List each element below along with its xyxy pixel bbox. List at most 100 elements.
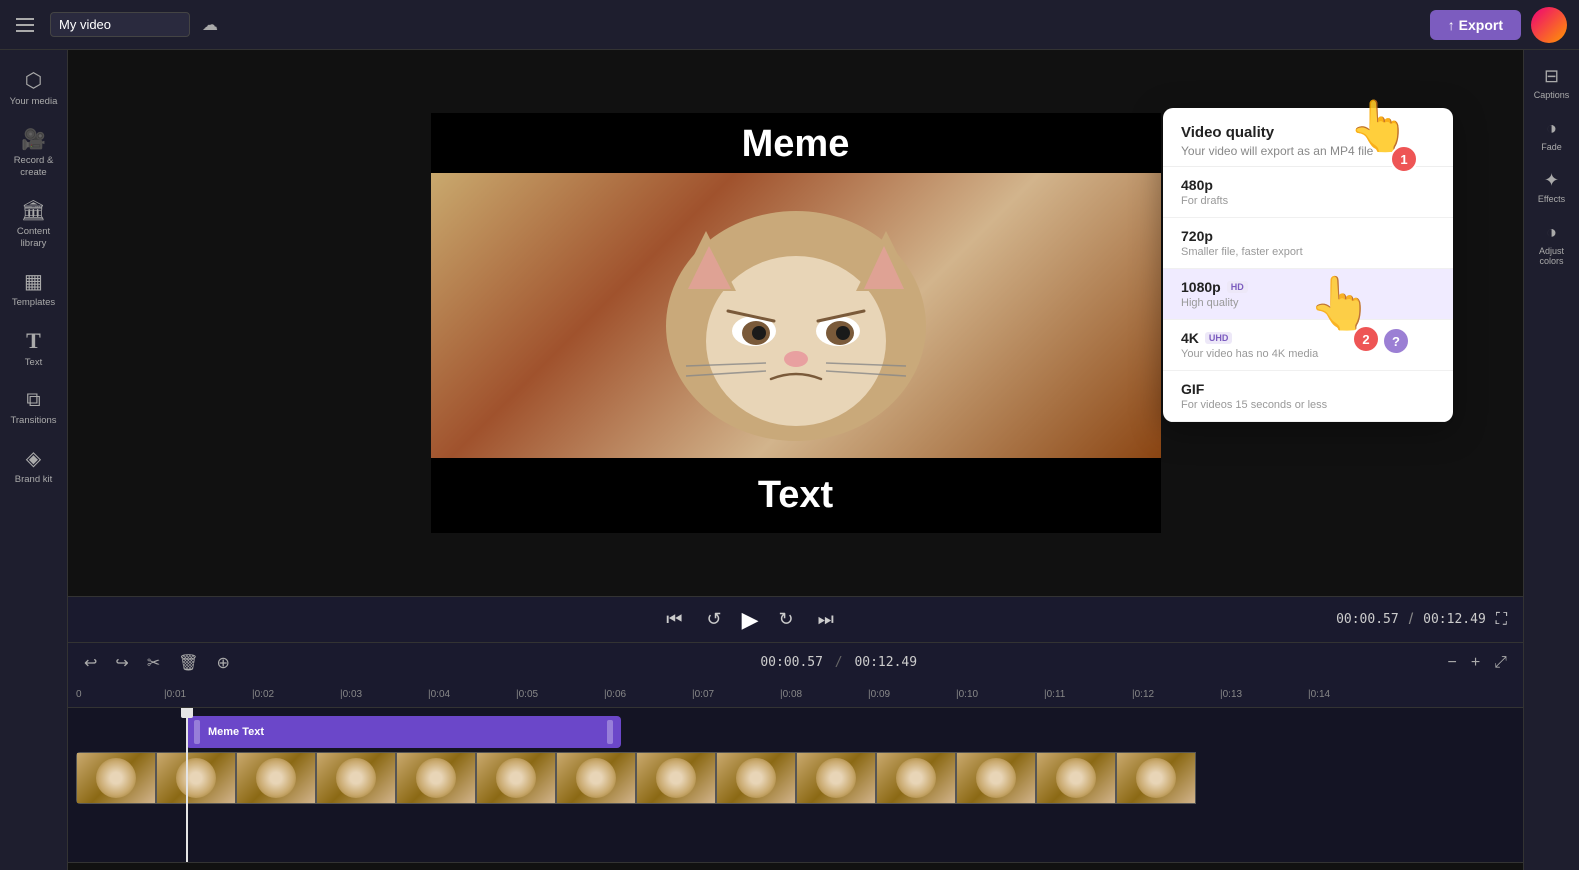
ruler-mark-0: 0: [76, 689, 164, 700]
quality-option-gif[interactable]: GIF For videos 15 seconds or less: [1163, 371, 1453, 422]
ruler-mark-6: |0:06: [604, 689, 692, 700]
video-preview: Meme: [68, 50, 1523, 596]
timeline-separator: /: [835, 655, 843, 670]
delete-button[interactable]: 🗑: [174, 651, 202, 675]
track-handle-right[interactable]: [607, 720, 613, 744]
right-sidebar: ⊟ Captions ◑ Fade ✦ Effects ◑ Adjustcolo…: [1523, 50, 1579, 870]
video-title-input[interactable]: [50, 12, 190, 37]
text-track-label: Meme Text: [200, 726, 607, 738]
brand-icon: ◈: [26, 446, 41, 471]
sidebar-item-label: Text: [25, 357, 42, 368]
right-tool-effects[interactable]: ✦ Effects: [1526, 162, 1578, 212]
ruler-mark-5: |0:05: [516, 689, 604, 700]
zoom-in-button[interactable]: +: [1467, 652, 1484, 674]
frame-thumb-14: [1116, 752, 1196, 804]
sidebar-item-your-media[interactable]: ⬡ Your media: [3, 60, 65, 115]
media-icon: ⬡: [25, 68, 42, 93]
hamburger-menu[interactable]: [12, 14, 38, 36]
frame-thumb-8: [636, 752, 716, 804]
frame-thumb-10: [796, 752, 876, 804]
adjust-colors-label: Adjustcolors: [1539, 246, 1564, 266]
sidebar-item-record-create[interactable]: 🎥 Record &create: [3, 119, 65, 186]
frame-thumb-12: [956, 752, 1036, 804]
timeline-current-time: 00:00.57: [760, 655, 823, 670]
current-time: 00:00.57: [1336, 612, 1399, 627]
timeline-tracks: Meme Text: [68, 708, 1523, 862]
sidebar-item-label: Templates: [12, 297, 55, 308]
zoom-out-button[interactable]: −: [1443, 652, 1460, 674]
quality-desc-4k: Your video has no 4K media: [1181, 348, 1435, 360]
skip-back-button[interactable]: ⏮: [662, 605, 686, 634]
sidebar-item-transitions[interactable]: ⧉ Transitions: [3, 381, 65, 434]
total-time: 00:12.49: [1423, 612, 1486, 627]
left-sidebar: ⬡ Your media 🎥 Record &create 🏛 Contentl…: [0, 50, 68, 870]
frame-thumb-9: [716, 752, 796, 804]
ruler-mark-13: |0:13: [1220, 689, 1308, 700]
ruler-mark-7: |0:07: [692, 689, 780, 700]
undo-button[interactable]: ↩: [80, 651, 101, 675]
cloud-save-icon: ☁: [202, 15, 218, 35]
meme-top-text: Meme: [431, 123, 1161, 166]
frame-thumb-6: [476, 752, 556, 804]
frame-thumb-1: [76, 752, 156, 804]
sidebar-item-content-library[interactable]: 🏛 Contentlibrary: [3, 190, 65, 257]
right-tool-captions[interactable]: ⊟ Captions: [1526, 58, 1578, 108]
ruler-mark-14: |0:14: [1308, 689, 1396, 700]
sidebar-item-label: Transitions: [10, 415, 56, 426]
ruler-mark-9: |0:09: [868, 689, 956, 700]
sidebar-item-templates[interactable]: ▦ Templates: [3, 261, 65, 316]
quality-name-1080p: 1080p HD: [1181, 279, 1435, 295]
quality-desc-1080p: High quality: [1181, 297, 1435, 309]
timeline-area: ↩ ↪ ✂ 🗑 ⊕ 00:00.57 / 00:12.49 − + ⤢: [68, 642, 1523, 862]
right-tool-fade[interactable]: ◑ Fade: [1526, 110, 1578, 160]
templates-icon: ▦: [24, 269, 43, 294]
quality-subtitle: Your video will export as an MP4 file: [1181, 144, 1435, 158]
ruler-mark-11: |0:11: [1044, 689, 1132, 700]
sidebar-item-label: Your media: [10, 96, 58, 107]
sidebar-item-text[interactable]: T Text: [3, 320, 65, 376]
text-track[interactable]: Meme Text: [186, 716, 621, 748]
quality-desc-720p: Smaller file, faster export: [1181, 246, 1435, 258]
quality-title: Video quality: [1181, 124, 1435, 141]
play-button[interactable]: ▶: [742, 607, 759, 633]
skip-forward-button[interactable]: ⏭: [814, 605, 838, 634]
ruler-mark-12: |0:12: [1132, 689, 1220, 700]
avatar[interactable]: [1531, 7, 1567, 43]
controls-center: ⏮ ↺ ▶ ↻ ⏭: [662, 605, 838, 634]
meme-bottom-bar: Text: [431, 458, 1161, 533]
ruler-mark-1: |0:01: [164, 689, 252, 700]
playhead: [186, 708, 188, 862]
time-separator: /: [1409, 611, 1413, 629]
video-track: [76, 752, 1256, 804]
ruler-marks: 0 |0:01 |0:02 |0:03 |0:04 |0:05 |0:06 |0…: [76, 689, 1396, 700]
meme-bottom-text: Text: [758, 474, 833, 517]
rewind-button[interactable]: ↺: [702, 605, 725, 634]
frame-thumb-2: [156, 752, 236, 804]
export-button[interactable]: ↑ Export: [1430, 10, 1521, 40]
fullscreen-button[interactable]: ⛶: [1496, 611, 1507, 629]
ruler-mark-2: |0:02: [252, 689, 340, 700]
uhd-badge: UHD: [1205, 332, 1233, 344]
timeline-total-time: 00:12.49: [854, 655, 917, 670]
right-tool-adjust-colors[interactable]: ◑ Adjustcolors: [1526, 214, 1578, 274]
quality-option-1080p[interactable]: 1080p HD High quality: [1163, 269, 1453, 320]
quality-option-480p[interactable]: 480p For drafts: [1163, 167, 1453, 218]
expand-timeline-button[interactable]: ⤢: [1490, 652, 1511, 674]
timeline-scrollbar[interactable]: [68, 862, 1523, 870]
timeline-toolbar: ↩ ↪ ✂ 🗑 ⊕ 00:00.57 / 00:12.49 − + ⤢: [68, 642, 1523, 682]
cut-button[interactable]: ✂: [143, 651, 164, 675]
text-icon: T: [26, 328, 41, 354]
quality-name-480p: 480p: [1181, 177, 1435, 193]
redo-button[interactable]: ↪: [111, 651, 132, 675]
topbar: ☁ ↑ Export: [0, 0, 1579, 50]
add-media-button[interactable]: ⊕: [213, 651, 234, 675]
quality-option-720p[interactable]: 720p Smaller file, faster export: [1163, 218, 1453, 269]
sidebar-item-brand-kit[interactable]: ◈ Brand kit: [3, 438, 65, 493]
quality-option-4k[interactable]: 4K UHD Your video has no 4K media: [1163, 320, 1453, 371]
captions-label: Captions: [1534, 90, 1570, 100]
forward-button[interactable]: ↻: [775, 605, 798, 634]
cat-illustration: [646, 181, 946, 451]
sidebar-item-label: Contentlibrary: [17, 226, 50, 249]
center-area: Meme: [68, 50, 1523, 870]
quality-header: Video quality Your video will export as …: [1163, 108, 1453, 167]
